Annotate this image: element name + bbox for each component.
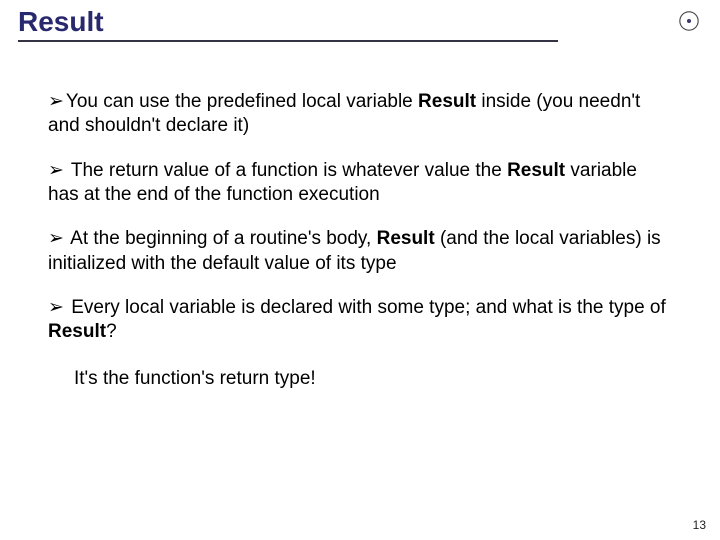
bullet-2-keyword: Result	[507, 160, 565, 181]
slide-body: ➢You can use the predefined local variab…	[0, 42, 720, 391]
bullet-1-keyword: Result	[418, 91, 476, 112]
title-container: Result	[0, 0, 720, 42]
bullet-3-keyword: Result	[377, 228, 435, 249]
bullet-1-text-a: You can use the predefined local variabl…	[66, 91, 418, 112]
bullet-4-keyword: Result	[48, 321, 106, 342]
slide-title: Result	[18, 6, 558, 42]
bullet-4: ➢ Every local variable is declared with …	[48, 296, 672, 345]
bullet-arrow-icon: ➢	[48, 228, 64, 249]
bullet-3: ➢ At the beginning of a routine's body, …	[48, 227, 672, 276]
bullet-2-text-a: The return value of a function is whatev…	[66, 160, 507, 181]
bullet-2: ➢ The return value of a function is what…	[48, 159, 672, 208]
bullet-1: ➢You can use the predefined local variab…	[48, 90, 672, 139]
bullet-arrow-icon: ➢	[48, 91, 64, 112]
page-number: 13	[693, 518, 706, 532]
bullet-4-text-b: ?	[106, 321, 117, 342]
answer-line: It's the function's return type!	[48, 367, 672, 391]
slide: Result ➢You can use the predefined local…	[0, 0, 720, 540]
logo-icon	[678, 10, 700, 32]
bullet-3-text-a: At the beginning of a routine's body,	[66, 228, 377, 249]
bullet-4-text-a: Every local variable is declared with so…	[66, 297, 666, 318]
bullet-arrow-icon: ➢	[48, 160, 64, 181]
bullet-arrow-icon: ➢	[48, 297, 64, 318]
